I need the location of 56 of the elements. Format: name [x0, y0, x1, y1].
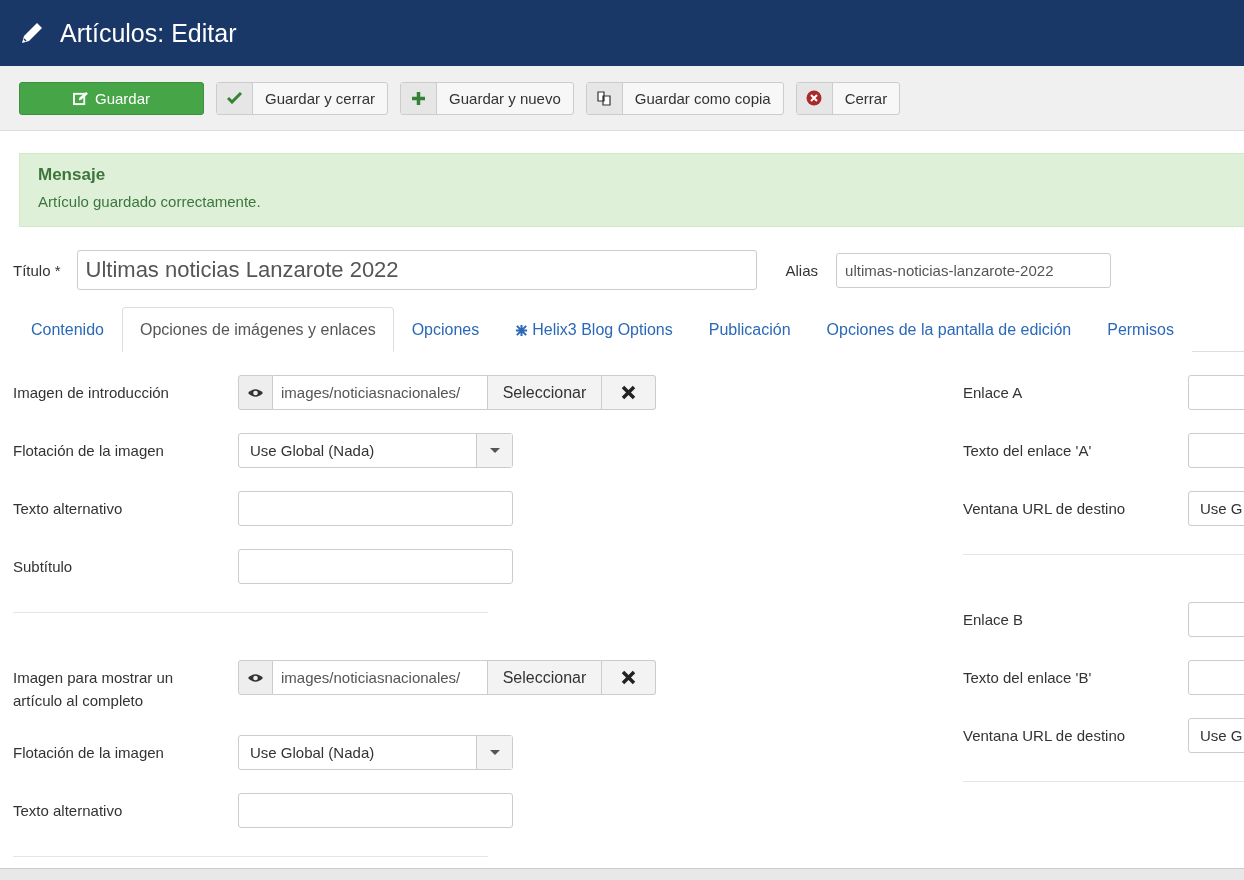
message-heading: Mensaje	[38, 165, 107, 185]
field-label: Ventana URL de destino	[963, 726, 1127, 746]
select-field[interactable]: Use G	[1188, 718, 1244, 753]
text-input-field[interactable]	[238, 549, 513, 584]
plus-icon	[411, 90, 427, 106]
copy-icon	[596, 90, 612, 106]
select-field[interactable]: Use Global (Nada)	[238, 433, 513, 468]
select-button[interactable]: Seleccionar	[488, 660, 602, 695]
title-label: Título *	[13, 261, 61, 279]
message-text: Artículo guardado correctamente.	[38, 193, 262, 210]
field-label: Imagen para mostrar un artículo al completo	[13, 668, 175, 711]
asterisk-icon	[515, 323, 529, 337]
close-icon	[621, 670, 636, 685]
clear-button[interactable]	[602, 375, 656, 410]
caret-icon	[489, 750, 500, 755]
field-label: Texto del enlace 'A'	[963, 441, 1093, 461]
image-path-field[interactable]: images/noticiasnacionales/	[273, 375, 488, 410]
toolbar-button[interactable]: Guardar como copia	[585, 81, 784, 115]
caret-icon	[489, 448, 500, 453]
text-input-field[interactable]	[1188, 602, 1244, 637]
title-input-field[interactable]: Ultimas noticias Lanzarote 2022	[76, 250, 757, 290]
field-label: Subtítulo	[13, 557, 74, 577]
preview-button[interactable]	[238, 375, 273, 410]
alias-label: Alias	[785, 261, 819, 279]
close-icon	[621, 385, 636, 400]
edit-icon	[73, 90, 88, 106]
image-path-field[interactable]: images/noticiasnacionales/	[273, 660, 488, 695]
eye-icon	[248, 672, 263, 683]
eye-icon	[248, 387, 263, 398]
field-label: Texto alternativo	[13, 801, 124, 821]
field-label: Flotación de la imagen	[13, 743, 165, 763]
preview-button[interactable]	[238, 660, 273, 695]
field-label: Imagen de introducción	[13, 383, 170, 403]
text-input-field[interactable]	[1188, 375, 1244, 410]
toolbar-button[interactable]: Cerrar	[795, 81, 901, 115]
toolbar-button[interactable]: Guardar y nuevo	[400, 81, 574, 115]
tab[interactable]: Opciones de imágenes y enlaces	[121, 307, 394, 352]
toolbar-button[interactable]: Guardar y cerrar	[216, 81, 389, 115]
field-label: Texto alternativo	[13, 499, 124, 519]
select-button[interactable]: Seleccionar	[488, 375, 602, 410]
field-label: Ventana URL de destino	[963, 499, 1127, 519]
text-input-field[interactable]	[1188, 660, 1244, 695]
field-label: Texto del enlace 'B'	[963, 668, 1093, 688]
select-field[interactable]: Use Global (Nada)	[238, 735, 513, 770]
text-input-field[interactable]	[238, 793, 513, 828]
clear-button[interactable]	[602, 660, 656, 695]
cancel-icon	[806, 90, 823, 106]
select-field[interactable]: Use G	[1188, 491, 1244, 526]
text-input-field[interactable]	[1188, 433, 1244, 468]
field-label: Enlace B	[963, 610, 1025, 630]
alias-input-field[interactable]: ultimas-noticias-lanzarote-2022	[836, 252, 1112, 288]
field-label: Enlace A	[963, 383, 1024, 403]
field-label: Flotación de la imagen	[13, 441, 165, 461]
check-icon	[227, 92, 242, 104]
text-input-field[interactable]	[238, 491, 513, 526]
page-title: Artículos: Editar	[60, 18, 237, 48]
